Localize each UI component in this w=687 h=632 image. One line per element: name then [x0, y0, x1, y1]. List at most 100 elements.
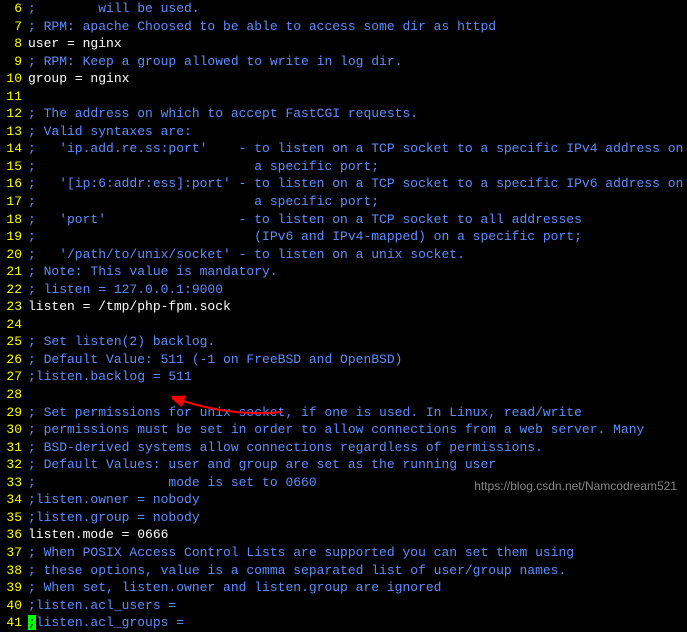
line-content: listen.mode = 0666	[28, 526, 168, 544]
line-number: 13	[0, 123, 28, 141]
line-content: ; When set, listen.owner and listen.grou…	[28, 579, 441, 597]
line-number: 37	[0, 544, 28, 562]
code-line[interactable]: 7; RPM: apache Choosed to be able to acc…	[0, 18, 687, 36]
code-line[interactable]: 39; When set, listen.owner and listen.gr…	[0, 579, 687, 597]
line-content: ; (IPv6 and IPv4-mapped) on a specific p…	[28, 228, 582, 246]
line-number: 8	[0, 35, 28, 53]
line-number: 9	[0, 53, 28, 71]
code-line[interactable]: 31; BSD-derived systems allow connection…	[0, 439, 687, 457]
line-content: ;listen.owner = nobody	[28, 491, 200, 509]
line-content: ; The address on which to accept FastCGI…	[28, 105, 418, 123]
line-number: 31	[0, 439, 28, 457]
line-number: 24	[0, 316, 28, 334]
line-number: 39	[0, 579, 28, 597]
code-line[interactable]: 28	[0, 386, 687, 404]
line-content: ; Note: This value is mandatory.	[28, 263, 278, 281]
line-content: ; will be used.	[28, 0, 200, 18]
line-content	[28, 386, 36, 404]
line-number: 40	[0, 597, 28, 615]
code-line[interactable]: 29; Set permissions for unix socket, if …	[0, 404, 687, 422]
line-content: ; these options, value is a comma separa…	[28, 562, 566, 580]
line-number: 25	[0, 333, 28, 351]
line-content: ; permissions must be set in order to al…	[28, 421, 644, 439]
code-line[interactable]: 21; Note: This value is mandatory.	[0, 263, 687, 281]
line-number: 34	[0, 491, 28, 509]
line-number: 26	[0, 351, 28, 369]
line-number: 19	[0, 228, 28, 246]
code-line[interactable]: 13; Valid syntaxes are:	[0, 123, 687, 141]
line-content: ; Set listen(2) backlog.	[28, 333, 215, 351]
code-line[interactable]: 36listen.mode = 0666	[0, 526, 687, 544]
code-line[interactable]: 8user = nginx	[0, 35, 687, 53]
line-content: ; BSD-derived systems allow connections …	[28, 439, 543, 457]
line-number: 17	[0, 193, 28, 211]
line-content: ; RPM: Keep a group allowed to write in …	[28, 53, 402, 71]
line-content: ; '/path/to/unix/socket' - to listen on …	[28, 246, 465, 264]
code-line[interactable]: 41;listen.acl_groups =	[0, 614, 687, 632]
line-content	[28, 88, 36, 106]
line-number: 11	[0, 88, 28, 106]
code-line[interactable]: 30; permissions must be set in order to …	[0, 421, 687, 439]
line-content: ;listen.backlog = 511	[28, 368, 192, 386]
line-content: ; a specific port;	[28, 193, 379, 211]
line-content: ; mode is set to 0660	[28, 474, 317, 492]
code-line[interactable]: 26; Default Value: 511 (-1 on FreeBSD an…	[0, 351, 687, 369]
line-number: 22	[0, 281, 28, 299]
code-line[interactable]: 32; Default Values: user and group are s…	[0, 456, 687, 474]
line-number: 10	[0, 70, 28, 88]
code-line[interactable]: 38; these options, value is a comma sepa…	[0, 562, 687, 580]
line-content: ; When POSIX Access Control Lists are su…	[28, 544, 574, 562]
line-number: 15	[0, 158, 28, 176]
code-line[interactable]: 11	[0, 88, 687, 106]
line-number: 33	[0, 474, 28, 492]
line-content: ; Default Values: user and group are set…	[28, 456, 496, 474]
code-line[interactable]: 23listen = /tmp/php-fpm.sock	[0, 298, 687, 316]
code-line[interactable]: 14; 'ip.add.re.ss:port' - to listen on a…	[0, 140, 687, 158]
code-line[interactable]: 35;listen.group = nobody	[0, 509, 687, 527]
code-line[interactable]: 24	[0, 316, 687, 334]
watermark-text: https://blog.csdn.net/Namcodream521	[474, 478, 677, 494]
line-content: ; 'ip.add.re.ss:port' - to listen on a T…	[28, 140, 683, 158]
line-content: listen = /tmp/php-fpm.sock	[28, 298, 231, 316]
line-number: 7	[0, 18, 28, 36]
code-line[interactable]: 22; listen = 127.0.0.1:9000	[0, 281, 687, 299]
line-number: 41	[0, 614, 28, 632]
code-line[interactable]: 10group = nginx	[0, 70, 687, 88]
code-line[interactable]: 27;listen.backlog = 511	[0, 368, 687, 386]
code-line[interactable]: 20; '/path/to/unix/socket' - to listen o…	[0, 246, 687, 264]
line-content: ; Set permissions for unix socket, if on…	[28, 404, 582, 422]
code-editor[interactable]: 6; will be used.7; RPM: apache Choosed t…	[0, 0, 687, 632]
line-content: ;listen.group = nobody	[28, 509, 200, 527]
line-content: ;listen.acl_users =	[28, 597, 176, 615]
line-number: 18	[0, 211, 28, 229]
code-line[interactable]: 18; 'port' - to listen on a TCP socket t…	[0, 211, 687, 229]
code-line[interactable]: 37; When POSIX Access Control Lists are …	[0, 544, 687, 562]
line-content: ; listen = 127.0.0.1:9000	[28, 281, 223, 299]
line-number: 14	[0, 140, 28, 158]
line-content: user = nginx	[28, 35, 122, 53]
line-number: 30	[0, 421, 28, 439]
code-line[interactable]: 9; RPM: Keep a group allowed to write in…	[0, 53, 687, 71]
code-line[interactable]: 16; '[ip:6:addr:ess]:port' - to listen o…	[0, 175, 687, 193]
code-line[interactable]: 15; a specific port;	[0, 158, 687, 176]
line-number: 16	[0, 175, 28, 193]
line-content: ; a specific port;	[28, 158, 379, 176]
line-content: group = nginx	[28, 70, 129, 88]
line-content	[28, 316, 36, 334]
code-line[interactable]: 17; a specific port;	[0, 193, 687, 211]
code-line[interactable]: 25; Set listen(2) backlog.	[0, 333, 687, 351]
line-content: ; RPM: apache Choosed to be able to acce…	[28, 18, 496, 36]
line-number: 23	[0, 298, 28, 316]
line-number: 38	[0, 562, 28, 580]
line-number: 36	[0, 526, 28, 544]
line-number: 35	[0, 509, 28, 527]
code-line[interactable]: 19; (IPv6 and IPv4-mapped) on a specific…	[0, 228, 687, 246]
code-line[interactable]: 6; will be used.	[0, 0, 687, 18]
line-content: ;listen.acl_groups =	[28, 614, 184, 632]
line-number: 32	[0, 456, 28, 474]
line-number: 12	[0, 105, 28, 123]
code-line[interactable]: 12; The address on which to accept FastC…	[0, 105, 687, 123]
line-number: 28	[0, 386, 28, 404]
code-line[interactable]: 40;listen.acl_users =	[0, 597, 687, 615]
line-number: 20	[0, 246, 28, 264]
